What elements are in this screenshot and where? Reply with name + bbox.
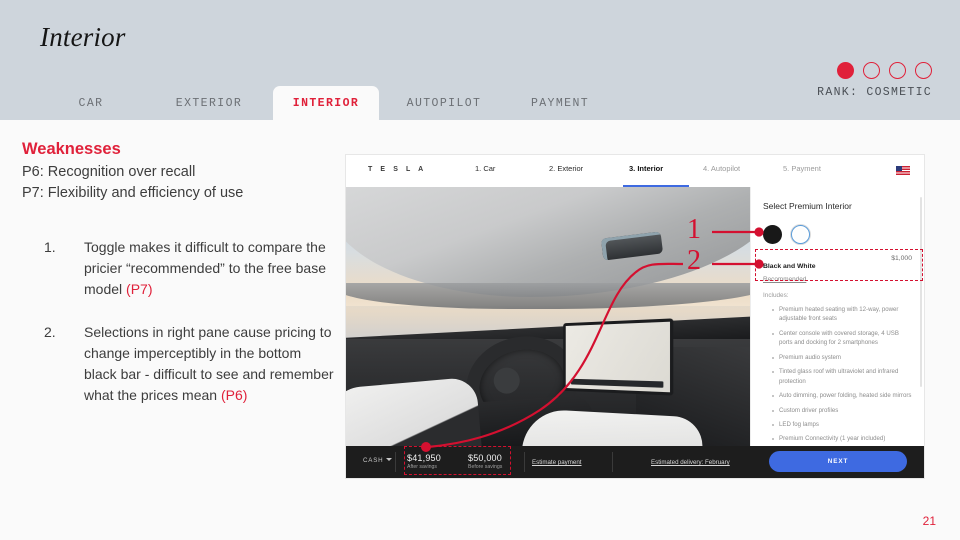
white-swatch[interactable] <box>791 225 810 244</box>
tab-payment[interactable]: PAYMENT <box>510 86 610 120</box>
rank-indicator: RANK: COSMETIC <box>732 62 932 99</box>
tab-car[interactable]: CAR <box>55 86 127 120</box>
annotation-box-interior-option <box>755 249 923 281</box>
list-item: Premium audio system <box>772 353 912 362</box>
tab-interior[interactable]: INTERIOR <box>273 86 379 120</box>
tesla-logo[interactable]: T E S L A <box>368 166 426 173</box>
interior-options-pane: Select Premium Interior $1,000 Black and… <box>750 187 924 446</box>
estimated-delivery-link[interactable]: Estimated delivery: February <box>651 459 730 466</box>
list-item: Auto dimming, power folding, heated side… <box>772 391 912 400</box>
tesla-configurator-screenshot: T E S L A 1. Car 2. Exterior 3. Interior… <box>346 155 924 478</box>
step-car[interactable]: 1. Car <box>475 164 495 173</box>
color-swatch-group <box>763 225 912 244</box>
finding-text: Toggle makes it difficult to compare the… <box>84 239 326 298</box>
finding-ref: (P7) <box>126 281 153 298</box>
black-swatch[interactable] <box>763 225 782 244</box>
rank-label: RANK: COSMETIC <box>817 86 932 99</box>
rank-dot-empty <box>915 62 932 79</box>
bar-divider <box>612 452 613 472</box>
tab-autopilot[interactable]: AUTOPILOT <box>385 86 503 120</box>
finding-ref: (P6) <box>220 387 248 404</box>
header-band: Interior CAR EXTERIOR INTERIOR AUTOPILOT… <box>0 0 960 120</box>
step-autopilot[interactable]: 4. Autopilot <box>703 164 740 173</box>
payment-mode-label: CASH <box>363 457 384 464</box>
page-number: 21 <box>922 514 936 528</box>
rank-dot-filled <box>837 62 854 79</box>
annotation-number-2: 2 <box>687 245 701 276</box>
pane-scrollbar[interactable] <box>920 197 922 387</box>
list-item: Premium Connectivity (1 year included) <box>772 434 912 443</box>
list-item: Tinted glass roof with ultraviolet and i… <box>772 367 912 386</box>
us-flag-icon[interactable] <box>896 166 910 175</box>
weaknesses-heading: Weaknesses <box>22 140 121 158</box>
heuristic-p6: P6: Recognition over recall <box>22 164 196 180</box>
tab-exterior[interactable]: EXTERIOR <box>150 86 268 120</box>
annotation-box-price <box>404 446 511 475</box>
tab-bar: CAR EXTERIOR INTERIOR AUTOPILOT PAYMENT <box>0 86 700 120</box>
bar-divider <box>395 452 396 472</box>
seat-left <box>346 376 484 446</box>
estimate-payment-link[interactable]: Estimate payment <box>532 459 582 466</box>
left-content-column: Weaknesses P6: Recognition over recall P… <box>22 140 334 428</box>
includes-label: Includes: <box>763 292 789 299</box>
list-item: Selections in right pane cause pricing t… <box>44 322 334 406</box>
center-touchscreen <box>563 318 674 396</box>
list-item: Toggle makes it difficult to compare the… <box>44 237 334 300</box>
step-exterior[interactable]: 2. Exterior <box>549 164 583 173</box>
feature-list: Premium heated seating with 12-way, powe… <box>763 305 912 444</box>
list-item: LED fog lamps <box>772 420 912 429</box>
bar-divider <box>524 452 525 472</box>
finding-text: Selections in right pane cause pricing t… <box>84 324 334 404</box>
list-item: Custom driver profiles <box>772 406 912 415</box>
slide-root: Interior CAR EXTERIOR INTERIOR AUTOPILOT… <box>0 0 960 540</box>
list-item: Center console with covered storage, 4 U… <box>772 329 912 348</box>
annotation-number-1: 1 <box>687 214 701 245</box>
step-payment[interactable]: 5. Payment <box>783 164 821 173</box>
next-button[interactable]: NEXT <box>769 451 907 472</box>
rank-dot-empty <box>889 62 906 79</box>
chevron-down-icon <box>386 458 393 461</box>
heuristic-p7: P7: Flexibility and efficiency of use <box>22 184 244 201</box>
rank-dots <box>732 62 932 79</box>
list-item: Premium heated seating with 12-way, powe… <box>772 305 912 324</box>
tesla-navbar: T E S L A 1. Car 2. Exterior 3. Interior… <box>346 155 924 188</box>
page-title: Interior <box>40 22 126 52</box>
payment-mode-dropdown[interactable]: CASH <box>363 457 393 464</box>
pane-title: Select Premium Interior <box>763 201 852 211</box>
step-interior[interactable]: 3. Interior <box>629 164 663 173</box>
findings-list: Toggle makes it difficult to compare the… <box>22 237 334 406</box>
rank-dot-empty <box>863 62 880 79</box>
